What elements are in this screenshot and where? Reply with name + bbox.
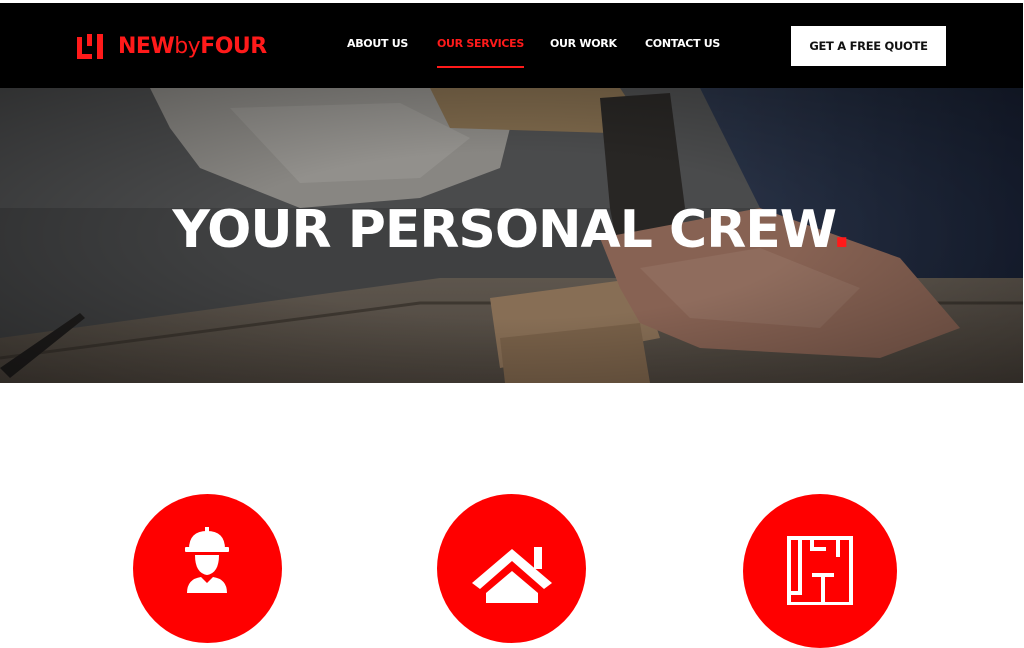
get-free-quote-button[interactable]: GET A FREE QUOTE [791,26,946,66]
construction-worker-icon [185,527,229,593]
service-card-plans[interactable] [743,494,897,648]
brand-logo[interactable]: NEWbyFOUR [76,31,267,63]
hero-title-dot: . [831,200,852,260]
hero-banner: YOUR PERSONAL CREW. [0,88,1023,383]
nav-our-services[interactable]: OUR SERVICES [437,37,524,68]
hero-title: YOUR PERSONAL CREW. [172,200,851,260]
site-header: NEWbyFOUR ABOUT US OUR SERVICES OUR WORK… [0,3,1023,88]
services-section [0,383,1023,648]
logo-mark-icon [77,34,103,59]
nav-contact-us[interactable]: CONTACT US [645,37,720,50]
nav-about-us[interactable]: ABOUT US [347,37,408,50]
house-icon [472,547,552,603]
brand-name: NEWbyFOUR [118,34,267,59]
floor-plan-icon [787,536,853,605]
service-card-crew[interactable] [133,494,282,643]
service-card-home[interactable] [437,494,586,643]
nav-our-work[interactable]: OUR WORK [550,37,617,50]
